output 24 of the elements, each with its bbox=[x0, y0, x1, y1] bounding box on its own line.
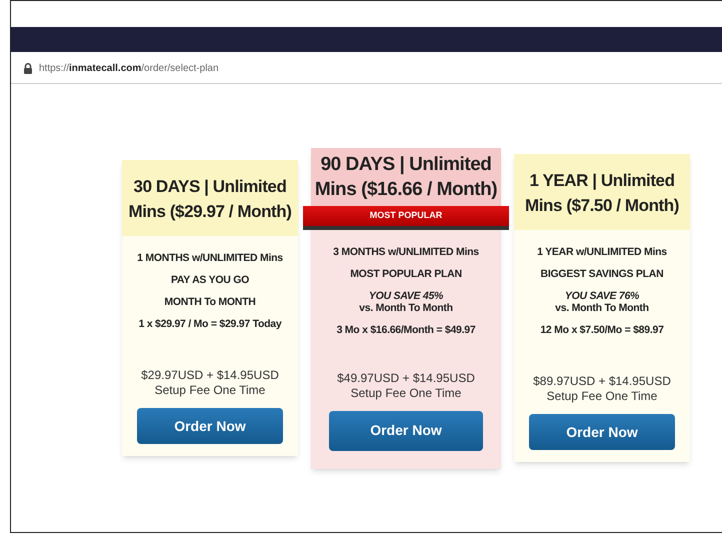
plan-feature: BIGGEST SAVINGS PLAN bbox=[540, 268, 664, 280]
plan-feature: 3 Mo x $16.66/Month = $49.97 bbox=[336, 324, 476, 336]
lock-icon bbox=[23, 63, 33, 74]
order-button[interactable]: Order Now bbox=[529, 414, 675, 450]
order-button[interactable]: Order Now bbox=[329, 410, 483, 450]
plan-feature: MONTH To MONTH bbox=[164, 296, 256, 308]
plan-price: $89.97USD + $14.95USD Setup Fee One Time bbox=[532, 374, 672, 404]
plan-price: $49.97USD + $14.95USD Setup Fee One Time bbox=[336, 370, 476, 400]
order-button[interactable]: Order Now bbox=[137, 408, 283, 444]
plan-feature: 1 x $29.97 / Mo = $29.97 Today bbox=[138, 318, 282, 330]
plan-feature: MOST POPULAR PLAN bbox=[350, 268, 462, 280]
plan-feature: 12 Mo x $7.50/Mo = $89.97 bbox=[540, 324, 664, 336]
ribbon: MOST POPULAR bbox=[303, 206, 509, 230]
plan-feature: PAY AS YOU GO bbox=[170, 274, 250, 286]
url-text[interactable]: https://inmatecall.com/order/select-plan bbox=[39, 61, 219, 76]
plan-title: 1 YEAR | Unlimited Mins ($7.50 / Month) bbox=[524, 170, 680, 217]
plan-feature: 1 YEAR w/UNLIMITED Mins bbox=[537, 246, 667, 258]
plan-feature: 1 MONTHS w/UNLIMITED Mins bbox=[137, 252, 283, 264]
plan-price: $29.97USD + $14.95USD Setup Fee One Time bbox=[140, 368, 280, 398]
plan-feature: YOU SAVE 45% vs. Month To Month bbox=[359, 290, 453, 314]
plan-title: 90 DAYS | Unlimited Mins ($16.66 / Month) bbox=[314, 152, 498, 202]
plan-feature: YOU SAVE 76% vs. Month To Month bbox=[555, 290, 649, 314]
plan-title: 30 DAYS | Unlimited Mins ($29.97 / Month) bbox=[128, 176, 292, 223]
plan-feature: 3 MONTHS w/UNLIMITED Mins bbox=[333, 246, 479, 258]
